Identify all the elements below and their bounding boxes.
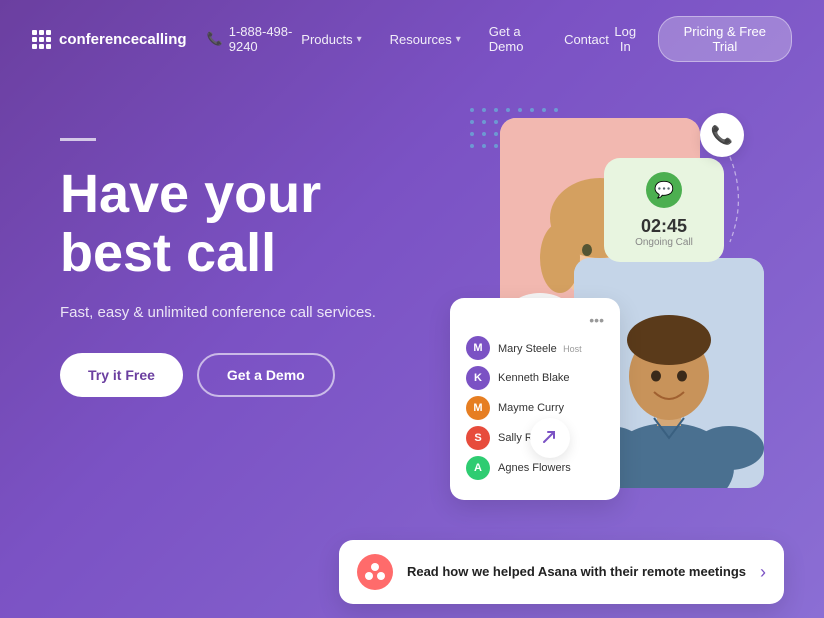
get-demo-button[interactable]: Get a Demo — [197, 353, 335, 397]
dot — [554, 108, 558, 112]
nav-right: Log In Pricing & Free Trial — [609, 16, 792, 62]
dot — [494, 108, 498, 112]
dot — [470, 120, 474, 124]
nav-center: Products ▾ Resources ▾ Get a Demo Contac… — [301, 24, 609, 54]
dot — [470, 144, 474, 148]
video-icon: 💬 — [654, 180, 674, 200]
case-study-card[interactable]: Read how we helped Asana with their remo… — [339, 540, 784, 604]
participant-row: A Agnes Flowers — [466, 456, 604, 480]
participant-name: Kenneth Blake — [498, 372, 570, 384]
host-name: Mary Steele — [498, 343, 557, 355]
brand-name: conferencecalling — [59, 31, 187, 48]
dot — [494, 132, 498, 136]
hero-illustration: (function(){ const container = document.… — [440, 98, 764, 548]
call-timer: 02:45 — [622, 216, 706, 237]
hero-left: Have your best call Fast, easy & unlimit… — [60, 98, 420, 397]
asana-icon — [365, 562, 385, 582]
host-avatar: M — [466, 336, 490, 360]
participant-name: Agnes Flowers — [498, 462, 571, 474]
hero-title: Have your best call — [60, 165, 420, 284]
arrow-circle — [530, 418, 570, 458]
dot — [494, 144, 498, 148]
navbar: conferencecalling 📞 1-888-498-9240 Produ… — [0, 0, 824, 78]
menu-dots: ••• — [466, 312, 604, 328]
dot — [494, 120, 498, 124]
hero-buttons: Try it Free Get a Demo — [60, 353, 420, 397]
dot — [482, 120, 486, 124]
dot — [482, 132, 486, 136]
case-study-title: Read how we helped Asana with their remo… — [407, 564, 746, 581]
hero-subtitle: Fast, easy & unlimited conference call s… — [60, 304, 420, 321]
host-label: Host — [563, 344, 582, 354]
logo-grid-icon — [32, 30, 51, 49]
hero-section: Have your best call Fast, easy & unlimit… — [0, 78, 824, 548]
participant-row: K Kenneth Blake — [466, 366, 604, 390]
phone-icon: 📞 — [711, 125, 733, 146]
participants-card: ••• M Mary Steele Host K Kenneth Blake M… — [450, 298, 620, 500]
participant-name: Mayme Curry — [498, 402, 564, 414]
dot — [506, 108, 510, 112]
nav-contact[interactable]: Contact — [564, 32, 609, 47]
participant-avatar: S — [466, 426, 490, 450]
dot — [542, 108, 546, 112]
host-row: M Mary Steele Host — [466, 336, 604, 360]
try-free-button[interactable]: Try it Free — [60, 353, 183, 397]
host-info: Mary Steele Host — [498, 339, 582, 357]
nav-left: conferencecalling 📞 1-888-498-9240 — [32, 24, 301, 54]
participant-row: M Mayme Curry — [466, 396, 604, 420]
participant-avatar: A — [466, 456, 490, 480]
phone-icon: 📞 — [207, 31, 223, 47]
participant-avatar: M — [466, 396, 490, 420]
nav-products[interactable]: Products ▾ — [301, 32, 361, 47]
products-dropdown-icon: ▾ — [357, 34, 362, 45]
login-button[interactable]: Log In — [609, 24, 642, 54]
nav-resources[interactable]: Resources ▾ — [390, 32, 461, 47]
arrow-icon — [540, 428, 560, 448]
call-icon: 💬 — [646, 172, 682, 208]
accent-line — [60, 138, 96, 141]
case-study-icon — [357, 554, 393, 590]
dot — [470, 132, 474, 136]
resources-dropdown-icon: ▾ — [456, 34, 461, 45]
nav-demo[interactable]: Get a Demo — [489, 24, 536, 54]
phone-number: 📞 1-888-498-9240 — [207, 24, 302, 54]
case-study-text: Read how we helped Asana with their remo… — [407, 564, 746, 581]
dot — [482, 144, 486, 148]
call-status-label: Ongoing Call — [622, 237, 706, 248]
dot — [530, 108, 534, 112]
participant-avatar: K — [466, 366, 490, 390]
phone-icon-circle: 📞 — [700, 113, 744, 157]
dot — [470, 108, 474, 112]
dot — [482, 108, 486, 112]
pricing-button[interactable]: Pricing & Free Trial — [658, 16, 792, 62]
case-study-arrow-icon[interactable]: › — [760, 562, 766, 583]
logo[interactable]: conferencecalling — [32, 30, 187, 49]
dot — [518, 108, 522, 112]
call-status-card: 💬 02:45 Ongoing Call — [604, 158, 724, 262]
